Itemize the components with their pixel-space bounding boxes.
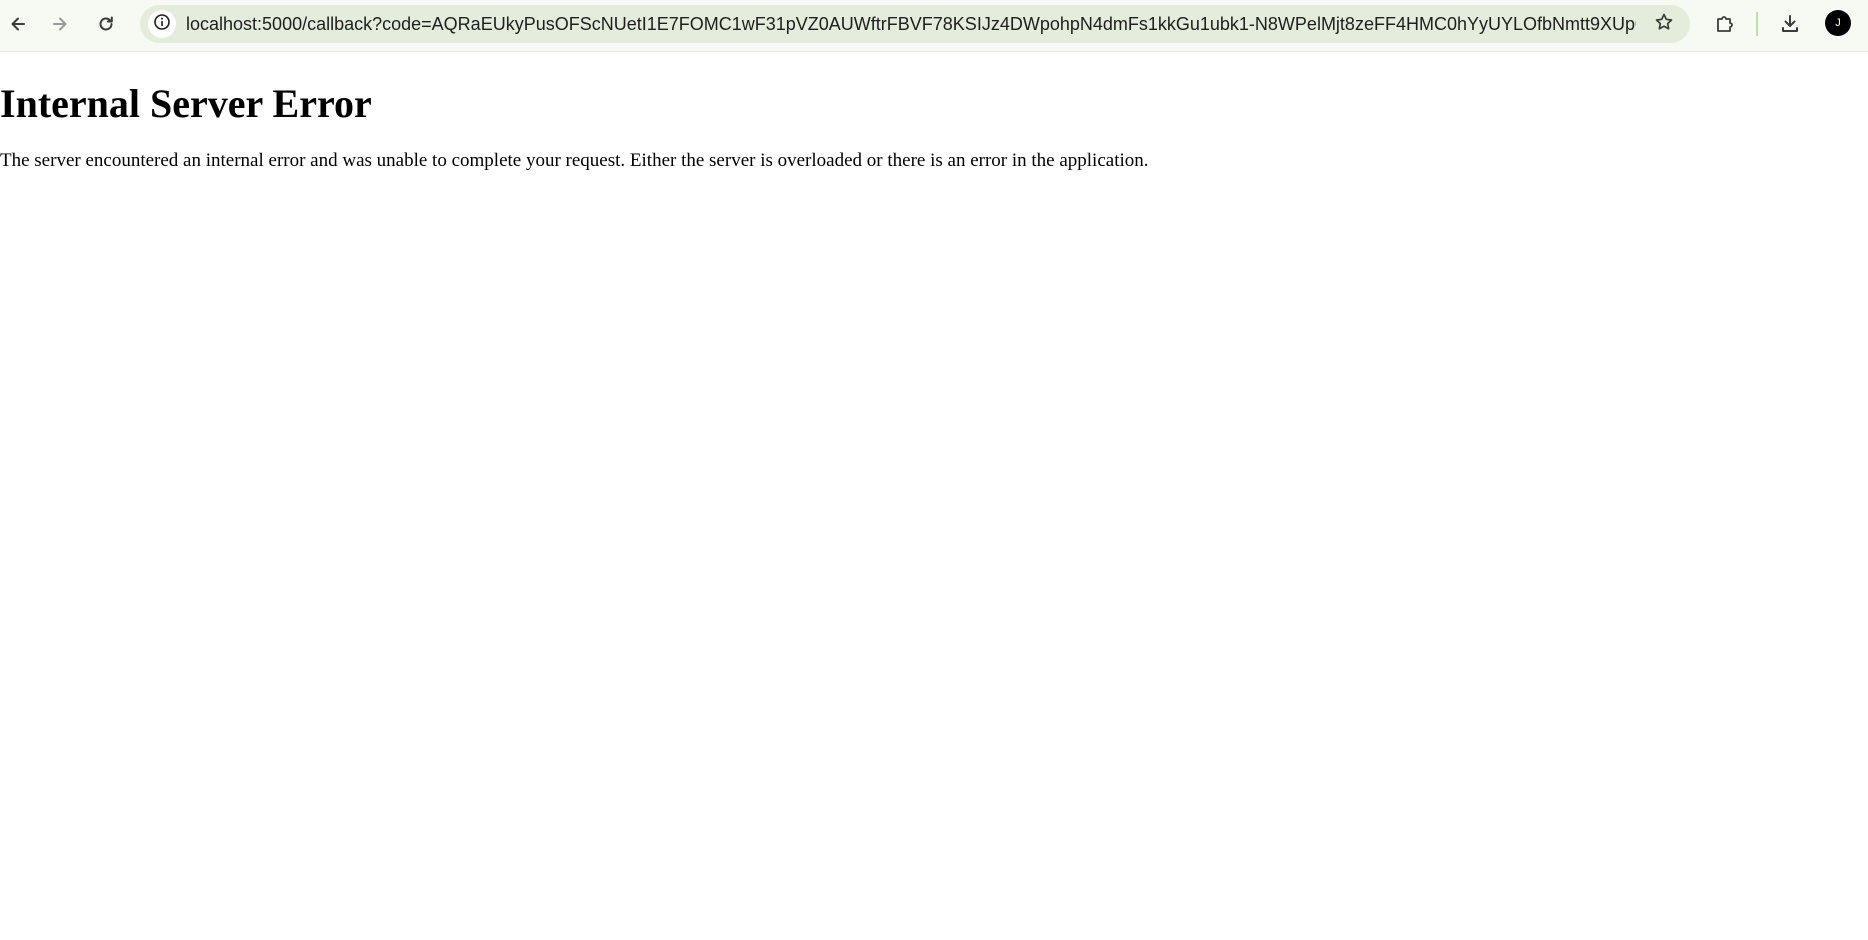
reload-icon	[96, 14, 116, 34]
arrow-left-icon	[8, 14, 28, 34]
toolbar-divider	[1756, 12, 1758, 36]
reload-button[interactable]	[88, 6, 124, 42]
page-content: Internal Server Error The server encount…	[0, 53, 1868, 173]
url-text[interactable]: localhost:5000/callback?code=AQRaEUkyPus…	[186, 5, 1636, 43]
star-icon	[1654, 12, 1674, 37]
bookmark-button[interactable]	[1650, 10, 1678, 38]
page-title: Internal Server Error	[0, 81, 372, 126]
forward-button[interactable]	[42, 6, 78, 42]
profile-avatar[interactable]: J	[1825, 10, 1851, 36]
puzzle-icon	[1714, 13, 1736, 35]
downloads-button[interactable]	[1772, 6, 1808, 42]
error-message: The server encountered an internal error…	[0, 150, 1149, 171]
browser-toolbar: localhost:5000/callback?code=AQRaEUkyPus…	[0, 0, 1868, 52]
download-icon	[1779, 13, 1801, 35]
arrow-right-icon	[50, 14, 70, 34]
extensions-button[interactable]	[1707, 6, 1743, 42]
address-bar[interactable]: localhost:5000/callback?code=AQRaEUkyPus…	[140, 5, 1690, 43]
site-info-button[interactable]	[148, 10, 176, 38]
back-button[interactable]	[0, 6, 36, 42]
info-icon	[153, 13, 171, 36]
